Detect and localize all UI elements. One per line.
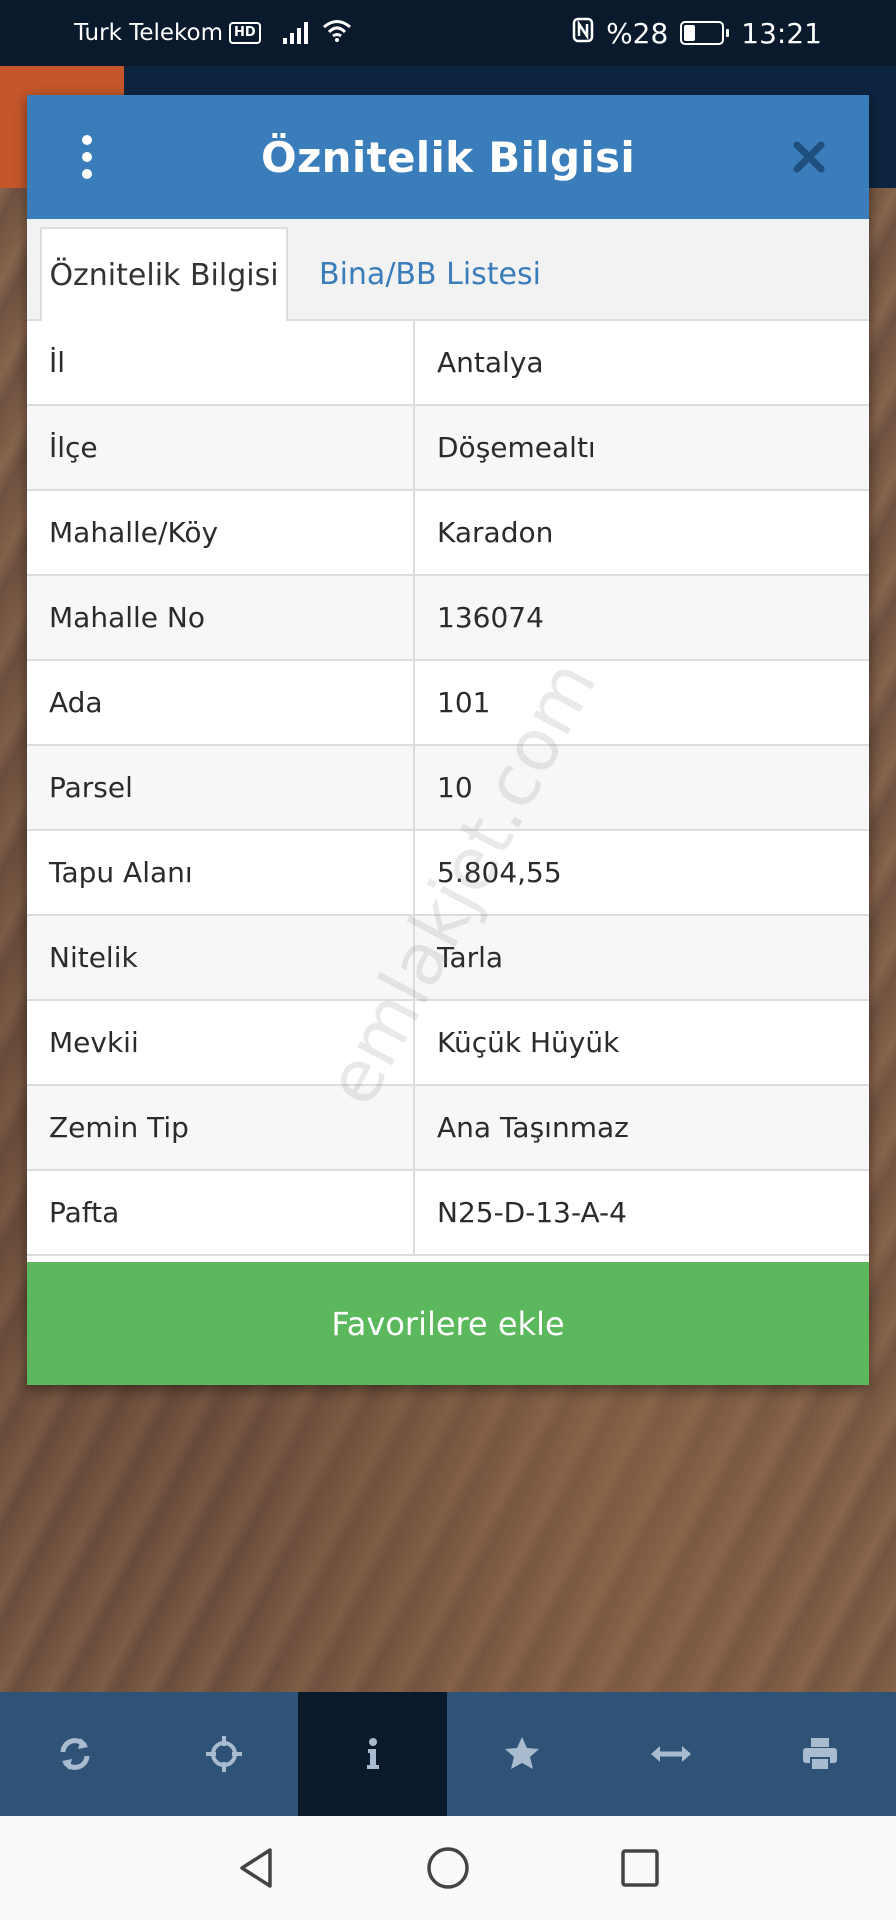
row-label: Zemin Tip bbox=[27, 1086, 415, 1169]
row-label: İl bbox=[27, 321, 415, 404]
close-button[interactable] bbox=[777, 125, 841, 189]
table-row: İlçe Döşemealtı bbox=[27, 406, 869, 491]
table-row: Mahalle No 136074 bbox=[27, 576, 869, 661]
add-to-favorites-button[interactable]: Favorilere ekle bbox=[27, 1262, 869, 1385]
tab-attribute-info[interactable]: Öznitelik Bilgisi bbox=[40, 227, 288, 321]
modal-header: Öznitelik Bilgisi bbox=[27, 95, 869, 219]
row-value: Tarla bbox=[437, 941, 504, 974]
home-button[interactable] bbox=[418, 1838, 478, 1898]
close-icon bbox=[793, 141, 825, 173]
wifi-icon bbox=[322, 18, 352, 48]
info-icon bbox=[366, 1738, 379, 1769]
battery-icon bbox=[680, 21, 730, 45]
dot bbox=[82, 152, 92, 162]
attribute-info-modal: Öznitelik Bilgisi Öznitelik Bilgisi Bina… bbox=[27, 95, 869, 1385]
row-label: Mahalle No bbox=[27, 576, 415, 659]
row-value: 101 bbox=[437, 686, 491, 719]
tab-building-list[interactable]: Bina/BB Listesi bbox=[310, 227, 550, 321]
row-value: Ana Taşınmaz bbox=[437, 1111, 629, 1144]
more-options-button[interactable] bbox=[57, 127, 117, 187]
row-value: Karadon bbox=[437, 516, 554, 549]
table-row: Nitelik Tarla bbox=[27, 916, 869, 1001]
bottom-toolbar bbox=[0, 1692, 896, 1816]
system-nav-bar bbox=[0, 1816, 896, 1920]
clock: 13:21 bbox=[741, 16, 822, 50]
nfc-icon bbox=[572, 17, 594, 50]
row-value: Döşemealtı bbox=[437, 431, 596, 464]
row-label: Pafta bbox=[27, 1171, 415, 1254]
refresh-button[interactable] bbox=[0, 1692, 149, 1816]
row-value: 10 bbox=[437, 771, 473, 804]
recents-icon bbox=[621, 1849, 659, 1887]
table-row: Tapu Alanı 5.804,55 bbox=[27, 831, 869, 916]
table-row: Pafta N25-D-13-A-4 bbox=[27, 1171, 869, 1256]
row-label: Parsel bbox=[27, 746, 415, 829]
hd-icon: HD bbox=[229, 22, 261, 44]
status-left: Turk Telekom HD bbox=[74, 0, 352, 66]
row-value: 5.804,55 bbox=[437, 856, 562, 889]
row-label: Mevkii bbox=[27, 1001, 415, 1084]
measure-button[interactable] bbox=[596, 1692, 745, 1816]
info-button[interactable] bbox=[298, 1692, 447, 1816]
back-icon bbox=[240, 1848, 272, 1888]
table-row: İl Antalya bbox=[27, 321, 869, 406]
measure-icon bbox=[650, 1746, 691, 1762]
row-label: İlçe bbox=[27, 406, 415, 489]
dot bbox=[82, 135, 92, 145]
dot bbox=[82, 169, 92, 179]
star-icon bbox=[504, 1737, 539, 1769]
table-row: Parsel 10 bbox=[27, 746, 869, 831]
modal-title: Öznitelik Bilgisi bbox=[260, 132, 636, 182]
row-value: 136074 bbox=[437, 601, 544, 634]
locate-icon bbox=[205, 1736, 242, 1772]
table-row: Ada 101 bbox=[27, 661, 869, 746]
table-row: Zemin Tip Ana Taşınmaz bbox=[27, 1086, 869, 1171]
status-right: %28 13:21 bbox=[572, 0, 822, 66]
locate-button[interactable] bbox=[149, 1692, 298, 1816]
print-button[interactable] bbox=[745, 1692, 894, 1816]
row-label: Nitelik bbox=[27, 916, 415, 999]
favorites-button[interactable] bbox=[447, 1692, 596, 1816]
attribute-table: İl Antalya İlçe Döşemealtı Mahalle/Köy K… bbox=[27, 321, 869, 1257]
table-row: Mahalle/Köy Karadon bbox=[27, 491, 869, 576]
row-value: Küçük Hüyük bbox=[437, 1026, 620, 1059]
row-value: Antalya bbox=[437, 346, 544, 379]
carrier-name: Turk Telekom bbox=[74, 20, 224, 46]
back-button[interactable] bbox=[226, 1838, 286, 1898]
table-row: Mevkii Küçük Hüyük bbox=[27, 1001, 869, 1086]
refresh-icon bbox=[60, 1738, 89, 1770]
status-bar: Turk Telekom HD %28 13:21 bbox=[0, 0, 896, 66]
recents-button[interactable] bbox=[610, 1838, 670, 1898]
row-label: Mahalle/Köy bbox=[27, 491, 415, 574]
row-value: N25-D-13-A-4 bbox=[437, 1196, 627, 1229]
row-label: Ada bbox=[27, 661, 415, 744]
home-icon bbox=[427, 1847, 469, 1889]
row-label: Tapu Alanı bbox=[27, 831, 415, 914]
signal-icon bbox=[282, 22, 308, 44]
print-icon bbox=[802, 1738, 837, 1771]
battery-percent: %28 bbox=[606, 16, 669, 50]
